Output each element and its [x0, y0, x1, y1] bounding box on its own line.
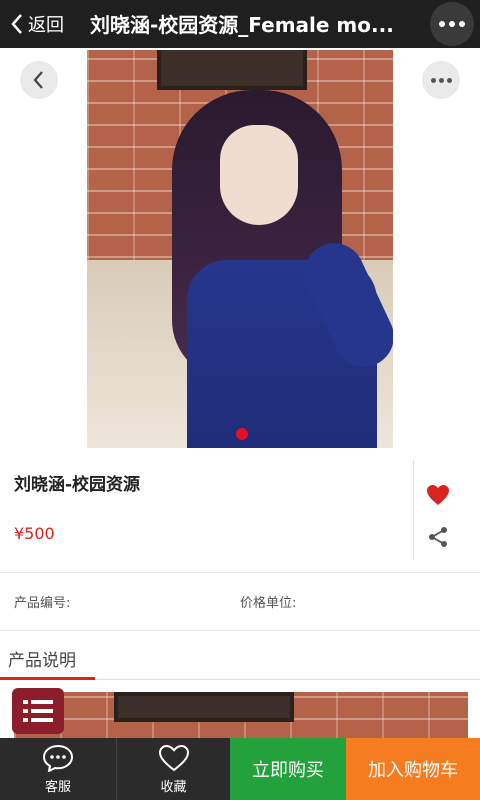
customer-service-button[interactable]: 客服 — [0, 738, 116, 800]
back-label: 返回 — [28, 15, 64, 36]
list-icon — [23, 700, 53, 722]
divider — [95, 679, 480, 680]
share-icon[interactable] — [427, 526, 449, 548]
collect-label: 收藏 — [160, 780, 187, 795]
tab-product-description[interactable]: 产品说明 — [8, 646, 76, 671]
add-to-cart-button[interactable]: 加入购物车 — [346, 738, 480, 800]
divider — [413, 460, 414, 560]
product-name: 刘晓涵-校园资源 — [14, 475, 141, 495]
heart-outline-icon — [158, 744, 189, 772]
product-code-label: 产品编号: — [14, 596, 71, 611]
product-image-carousel[interactable] — [0, 48, 480, 450]
more-dots-icon — [430, 77, 436, 83]
chevron-left-icon — [11, 14, 22, 34]
divider — [0, 572, 480, 573]
more-dots-icon — [439, 21, 445, 27]
more-menu-button[interactable] — [430, 2, 474, 46]
product-meta: 产品编号: 价格单位: — [0, 590, 480, 614]
description-image — [14, 692, 468, 742]
page-title: 刘晓涵-校园资源_Female mo... — [90, 13, 394, 37]
active-tab-indicator — [0, 677, 95, 680]
carousel-more-button[interactable] — [422, 61, 460, 99]
product-price: ¥500 — [14, 524, 55, 543]
heart-icon[interactable] — [426, 484, 450, 506]
customer-service-label: 客服 — [44, 780, 71, 795]
price-unit-label: 价格单位: — [240, 596, 297, 611]
collect-button[interactable]: 收藏 — [116, 738, 230, 800]
back-button[interactable]: 返回 — [10, 10, 64, 38]
product-photo — [87, 50, 393, 448]
top-navigation-bar: 返回 刘晓涵-校园资源_Female mo... — [0, 0, 480, 48]
divider — [0, 630, 480, 631]
buy-now-button[interactable]: 立即购买 — [230, 738, 346, 800]
chat-bubble-icon — [42, 744, 74, 772]
chevron-left-icon — [33, 71, 43, 89]
carousel-page-indicator — [236, 428, 248, 440]
product-info: 刘晓涵-校园资源 ¥500 — [0, 460, 480, 560]
bottom-action-bar: 客服 收藏 立即购买 加入购物车 — [0, 738, 480, 800]
carousel-back-button[interactable] — [20, 61, 58, 99]
list-menu-button[interactable] — [12, 688, 64, 734]
